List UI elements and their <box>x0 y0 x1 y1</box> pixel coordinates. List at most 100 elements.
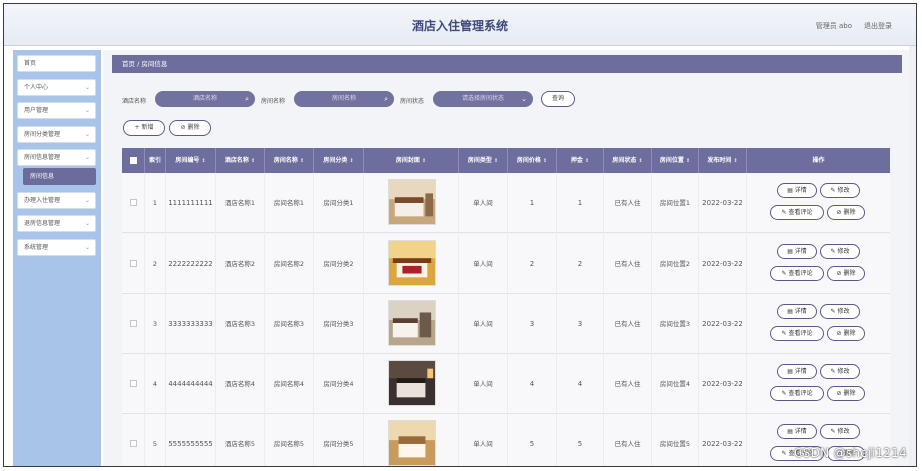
cell-room-no: 4444444444 <box>166 354 216 414</box>
chevron-down-icon: ⌄ <box>84 244 90 251</box>
logout-link[interactable]: 退出登录 <box>864 21 892 31</box>
sidebar-item-system[interactable]: 系统管理 ⌄ <box>17 239 96 256</box>
cell-room-no: 3333333333 <box>166 294 216 354</box>
edit-button[interactable]: ✎ 修改 <box>820 364 860 379</box>
cell-hotel: 酒店名称3 <box>216 294 265 354</box>
select-all-checkbox[interactable] <box>130 157 137 164</box>
sidebar-item-users[interactable]: 用户管理 ⌄ <box>17 102 96 119</box>
cell-deposit: 4 <box>557 354 604 414</box>
cell-date: 2022-03-22 <box>699 414 747 466</box>
detail-button[interactable]: ▤ 详情 <box>777 304 817 319</box>
delete-button[interactable]: ⊘ 删除 <box>827 326 865 341</box>
sort-icon: ⇕ <box>493 158 499 164</box>
sidebar-item-checkin[interactable]: 办理入住管理 ⌄ <box>17 192 96 209</box>
sidebar-item-home[interactable]: 首页 <box>17 55 96 72</box>
sort-icon: ⇕ <box>685 158 691 164</box>
vertical-scrollbar[interactable] <box>909 46 916 466</box>
col-room-name[interactable]: 房间名称 ⇕ <box>265 148 314 173</box>
delete-button[interactable]: ⊘ 删除 <box>827 266 865 281</box>
col-price[interactable]: 房间价格 ⇕ <box>508 148 557 173</box>
edit-button[interactable]: ✎ 修改 <box>820 183 860 198</box>
cell-price: 5 <box>508 414 557 466</box>
chevron-down-icon: ⌄ <box>521 95 527 103</box>
chevron-down-icon: ⌄ <box>84 107 90 114</box>
sidebar-item-room-info[interactable]: 房间信息 <box>23 168 96 185</box>
row-checkbox[interactable] <box>130 199 137 206</box>
cell-location: 房间位置3 <box>652 294 699 354</box>
edit-button[interactable]: ✎ 修改 <box>820 304 860 319</box>
cell-type: 单人间 <box>459 173 508 233</box>
col-deposit[interactable]: 押金 ⇕ <box>557 148 604 173</box>
table-row: 4 4444444444 酒店名称4 房间名称4 房间分类4 单人间 4 4 已… <box>122 354 890 414</box>
room-name-label: 房间名称 <box>261 98 286 105</box>
cell-actions <box>747 173 890 233</box>
sidebar-item-checkout[interactable]: 退房信息管理 ⌄ <box>17 215 96 232</box>
view-review-button[interactable]: ✎ 查看评论 <box>770 205 824 220</box>
col-room-no[interactable]: 房间编号 ⇕ <box>166 148 216 173</box>
row-checkbox[interactable] <box>130 440 137 447</box>
cell-actions <box>747 294 890 354</box>
cell-status: 已有人住 <box>604 294 652 354</box>
table-row: 3 3333333333 酒店名称3 房间名称3 房间分类3 单人间 3 3 已… <box>122 294 890 354</box>
detail-button[interactable]: ▤ 详情 <box>777 183 817 198</box>
top-header: 酒店入住管理系统 管理员 abo 退出登录 <box>4 4 916 46</box>
delete-button[interactable]: ⊘ 删除 <box>827 205 865 220</box>
cell-room-no: 2222222222 <box>166 234 216 294</box>
col-location[interactable]: 房间位置 ⇕ <box>652 148 699 173</box>
edit-button[interactable]: ✎ 修改 <box>820 244 860 259</box>
cell-price: 1 <box>508 173 557 233</box>
col-cover[interactable]: 房间封面 ⇕ <box>364 148 459 173</box>
room-name-input[interactable]: 房间名称 ⌕ <box>294 91 394 107</box>
view-review-button[interactable]: ✎ 查看评论 <box>770 266 824 281</box>
cell-room-no: 5555555555 <box>166 414 216 466</box>
delete-button[interactable]: ⊘ 删除 <box>827 386 865 401</box>
cell-deposit: 5 <box>557 414 604 466</box>
table-row: 1 1111111111 酒店名称1 房间名称1 房间分类1 单人间 1 1 已… <box>122 173 890 233</box>
col-hotel[interactable]: 酒店名称 ⇕ <box>216 148 265 173</box>
select-all-cell <box>122 148 145 173</box>
cell-status: 已有人住 <box>604 414 652 466</box>
cell-date: 2022-03-22 <box>699 234 747 294</box>
breadcrumb-separator: / <box>137 60 140 68</box>
cell-location: 房间位置5 <box>652 414 699 466</box>
sidebar-item-room-info-mgmt[interactable]: 房间信息管理 ⌄ <box>17 149 96 166</box>
detail-button[interactable]: ▤ 详情 <box>777 364 817 379</box>
cell-status: 已有人住 <box>604 234 652 294</box>
view-review-button[interactable]: ✎ 查看评论 <box>770 386 824 401</box>
add-button[interactable]: + 新增 <box>123 120 165 136</box>
row-checkbox[interactable] <box>130 320 137 327</box>
cell-actions <box>747 234 890 294</box>
col-actions: 操作 <box>812 157 825 164</box>
detail-button[interactable]: ▤ 详情 <box>777 424 817 439</box>
chevron-down-icon: ⌄ <box>84 131 90 138</box>
col-date[interactable]: 发布时间 ⇕ <box>699 148 747 173</box>
cell-category: 房间分类4 <box>314 354 364 414</box>
sort-icon: ⇕ <box>542 158 548 164</box>
query-button[interactable]: 查询 <box>541 91 575 107</box>
room-status-select[interactable]: 请选择房间状态 ⌄ <box>433 91 533 107</box>
cell-index: 2 <box>145 234 166 294</box>
batch-delete-button[interactable]: ⊘ 删除 <box>169 120 211 136</box>
cell-price: 3 <box>508 294 557 354</box>
room-status-label: 房间状态 <box>400 98 425 105</box>
sidebar-item-room-category[interactable]: 房间分类管理 ⌄ <box>17 126 96 143</box>
cell-index: 3 <box>145 294 166 354</box>
col-type[interactable]: 房间类型 ⇕ <box>459 148 508 173</box>
row-checkbox[interactable] <box>130 260 137 267</box>
edit-button[interactable]: ✎ 修改 <box>820 424 860 439</box>
breadcrumb-home[interactable]: 首页 <box>122 60 135 68</box>
row-checkbox[interactable] <box>130 380 137 387</box>
cell-price: 4 <box>508 354 557 414</box>
cell-location: 房间位置1 <box>652 173 699 233</box>
breadcrumb: 首页 / 房间信息 <box>112 55 902 73</box>
cell-actions <box>747 354 890 414</box>
sidebar-item-profile[interactable]: 个人中心 ⌄ <box>17 79 96 96</box>
col-status[interactable]: 房间状态 ⇕ <box>604 148 652 173</box>
col-category[interactable]: 房间分类 ⇕ <box>314 148 364 173</box>
table-row: 5 5555555555 酒店名称5 房间名称5 房间分类5 单人间 5 5 已… <box>122 414 890 466</box>
hotel-name-input[interactable]: 酒店名称 ⌕ <box>155 91 255 107</box>
cell-hotel: 酒店名称5 <box>216 414 265 466</box>
breadcrumb-current: 房间信息 <box>141 60 168 68</box>
view-review-button[interactable]: ✎ 查看评论 <box>770 326 824 341</box>
detail-button[interactable]: ▤ 详情 <box>777 244 817 259</box>
